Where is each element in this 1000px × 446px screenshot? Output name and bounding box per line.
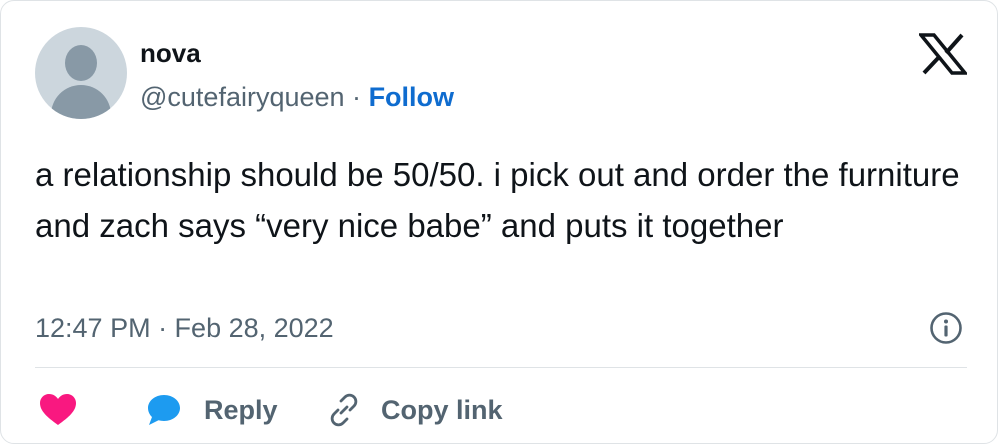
speech-bubble-icon [148, 395, 180, 425]
avatar-head [65, 45, 97, 81]
link-icon [330, 393, 358, 427]
handle-separator: · [352, 82, 362, 112]
reply-button[interactable]: Reply [146, 389, 278, 431]
copy-link-button[interactable]: Copy link [327, 389, 503, 431]
follow-button[interactable]: Follow [369, 82, 454, 112]
tweet-card: nova @cutefairyqueen · Follow a relation… [0, 0, 998, 444]
avatar[interactable] [35, 27, 127, 119]
heart-icon [40, 394, 76, 425]
divider [35, 367, 967, 368]
tweet-timestamp[interactable]: 12:47 PM · Feb 28, 2022 [35, 312, 334, 344]
avatar-body [51, 85, 111, 119]
like-button[interactable] [39, 389, 79, 431]
info-icon[interactable] [929, 311, 963, 345]
handle-row: @cutefairyqueen · Follow [140, 81, 454, 113]
tweet-text: a relationship should be 50/50. i pick o… [35, 156, 960, 244]
reply-label: Reply [204, 395, 278, 425]
x-logo-icon[interactable] [919, 33, 967, 75]
copy-link-label: Copy link [381, 395, 503, 425]
author-name[interactable]: nova [140, 38, 201, 68]
author-handle[interactable]: @cutefairyqueen [140, 82, 345, 112]
